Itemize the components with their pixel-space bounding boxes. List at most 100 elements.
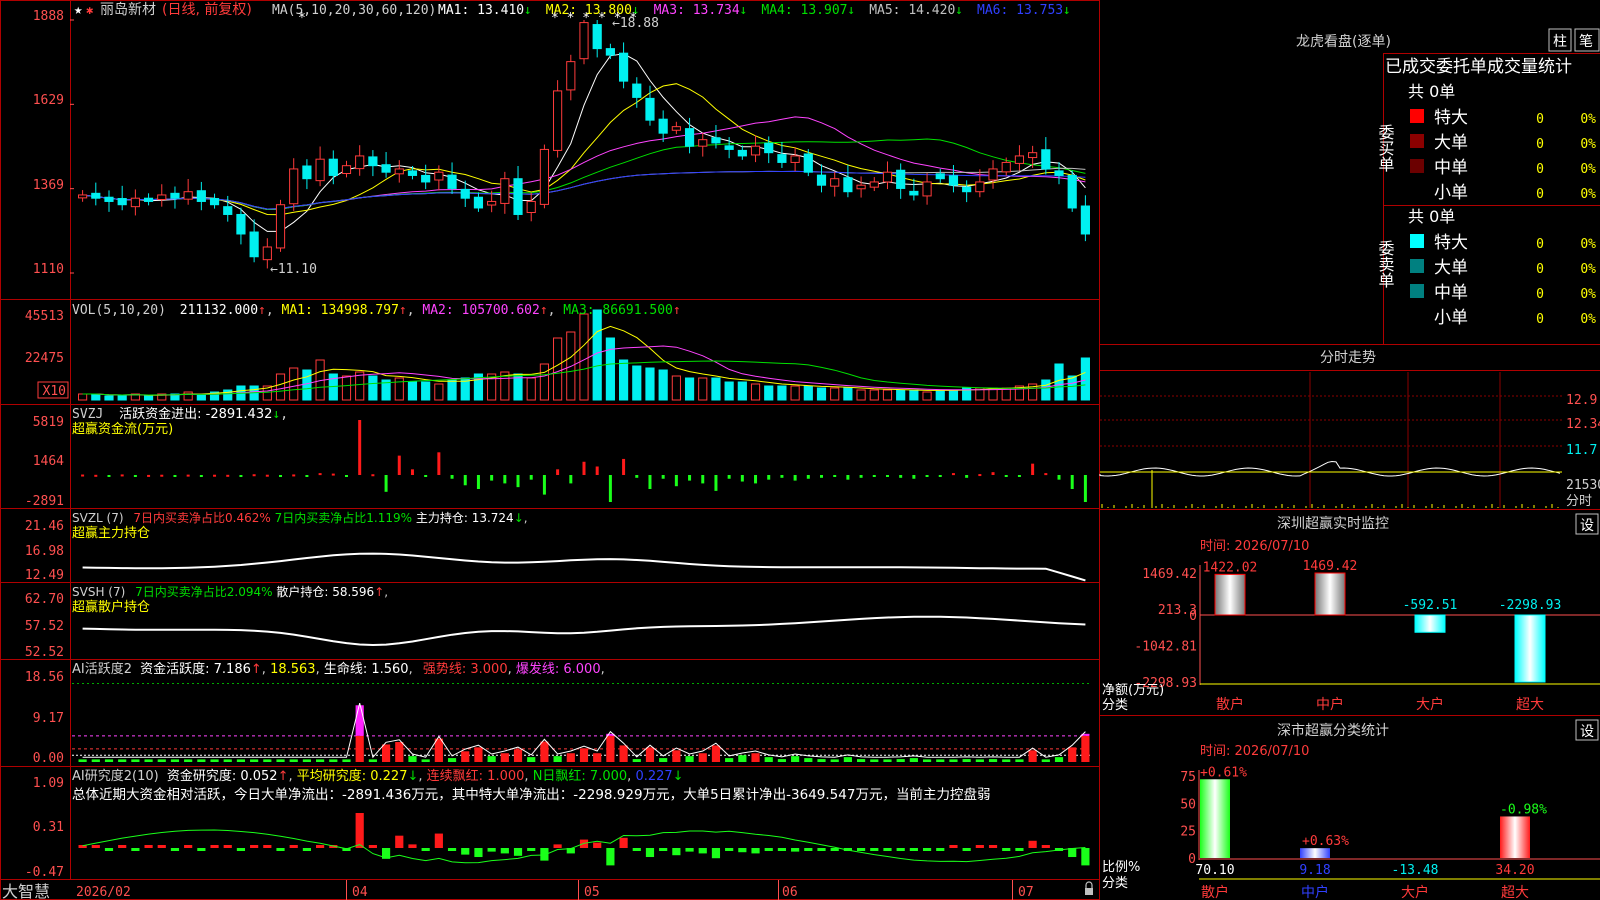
ai2-bar: [975, 845, 984, 848]
candle: [882, 171, 893, 183]
svzj-bar: [81, 474, 85, 477]
ai1-bars: [72, 682, 1092, 762]
ma-legend-item: MA3: 13.734: [654, 3, 740, 18]
order-pct: 0%: [1580, 137, 1596, 152]
svzj-bar: [648, 475, 652, 490]
svzj-bar: [740, 475, 744, 482]
candle: [78, 194, 88, 199]
chart-mode: (日线, 前复权): [162, 1, 252, 18]
candle: [777, 154, 787, 163]
svzj-bar: [714, 475, 718, 491]
volume-bar: [698, 377, 708, 401]
svsh-legend: SVSH (7) 7日内买卖净占比2.094% 散户持仓: 58.596↑,: [72, 584, 388, 599]
vol-ytick: 45513: [25, 309, 64, 324]
svzj-subtitle: 超赢资金流(万元): [72, 421, 173, 437]
sz-monitor-value: 1469.42: [1303, 559, 1358, 574]
ai2-bar: [711, 848, 721, 859]
ai2-bar: [157, 845, 166, 848]
order-count: 0: [1536, 187, 1544, 202]
ma-spec: MA(5,10,20,30,60,120): [272, 3, 436, 18]
vol-ytick: 22475: [25, 351, 64, 366]
svzl-subtitle: 超赢主力持仓: [72, 525, 150, 541]
ma-line-5: [82, 53, 1086, 232]
sz-class-category: 中户: [1301, 884, 1329, 900]
candle: [671, 126, 681, 131]
svzj-bar: [754, 475, 758, 484]
ai2-bar: [263, 845, 272, 848]
ai1-bar: [461, 751, 470, 762]
ai2-bar: [474, 848, 483, 858]
volume-bar: [355, 371, 365, 401]
dragon-title: 龙虎看盘(逐单): [1296, 33, 1391, 50]
volume-bar: [909, 389, 919, 401]
candle: [830, 178, 840, 187]
order-count: 0: [1536, 287, 1544, 302]
candle: [724, 145, 734, 150]
svzj-bar: [476, 475, 480, 490]
order-swatch: [1410, 234, 1424, 248]
svzj-bar: [463, 475, 467, 486]
candle: [962, 186, 972, 193]
date-label: 04: [352, 885, 368, 900]
ai2-bar: [870, 848, 879, 851]
ai2-bar: [791, 848, 800, 852]
ai1-bar: [711, 745, 721, 762]
candle: [698, 139, 708, 147]
ai1-bar: [751, 753, 760, 762]
ai1-bar: [725, 758, 734, 762]
ma-arrow-icon: ↓: [524, 3, 532, 18]
svzj-bar: [199, 475, 203, 477]
ma-line-10: [82, 83, 1086, 216]
ma-legend: MA1: 13.410 ↓ MA2: 13.800 ↓ MA3: 13.734 ↓ MA4:…: [438, 3, 1071, 18]
volume-bar: [869, 389, 879, 401]
candle: [922, 181, 932, 197]
sz-class-value: 70.10: [1195, 863, 1234, 878]
ai2-bar: [513, 848, 523, 856]
candle: [1067, 174, 1077, 209]
sz-class-ytick: 50: [1180, 797, 1196, 812]
sell-total: 共 0单: [1408, 207, 1455, 226]
svzl-ytick: 12.49: [25, 568, 64, 583]
svzj-bar: [978, 474, 982, 477]
left-axis: 1888 1629 1369 1110 45513 22475 5819 146…: [25, 9, 64, 880]
candle: [407, 170, 418, 176]
ai2-bar: [883, 848, 892, 851]
candle: [539, 148, 550, 205]
ai1-bar: [263, 759, 272, 762]
sz-monitor-value: -2298.93: [1499, 598, 1562, 613]
volume-bars: [78, 309, 1090, 401]
candle: [117, 198, 127, 206]
candle: [196, 190, 206, 202]
volume-bar: [750, 383, 761, 401]
volume-bar: [1041, 379, 1051, 401]
svzj-bar: [318, 473, 322, 476]
ai2-bar: [91, 845, 100, 848]
svzj-bar: [160, 474, 164, 477]
ai1-bar: [804, 758, 813, 762]
svzj-bar: [371, 474, 375, 477]
volume-bar: [856, 389, 866, 401]
candle: [104, 196, 114, 202]
candle: [289, 168, 299, 205]
svzj-bar: [872, 475, 876, 477]
candle: [328, 158, 338, 176]
ai1-bar: [962, 759, 971, 762]
order-size-label: 中单: [1434, 158, 1468, 178]
ai2-bar: [764, 848, 773, 852]
ai1-bar: [922, 759, 932, 762]
volume-bar: [341, 375, 352, 401]
ai1-bar: [408, 756, 417, 762]
ai1-bar: [936, 759, 945, 762]
svzj-bar: [767, 475, 771, 480]
svzj-bar: [688, 475, 692, 481]
lock-icon[interactable]: [1085, 881, 1093, 895]
fenshi-ytick: 分时: [1566, 494, 1592, 509]
candle: [632, 83, 642, 98]
order-size-label: 大单: [1434, 133, 1468, 153]
ma-legend-item: MA1: 13.410: [438, 3, 524, 18]
candle: [803, 153, 813, 173]
ai2-bar: [817, 848, 826, 851]
candle: [513, 178, 523, 215]
sz-monitor-category: 中户: [1316, 696, 1344, 713]
ai1-bar: [698, 753, 707, 762]
